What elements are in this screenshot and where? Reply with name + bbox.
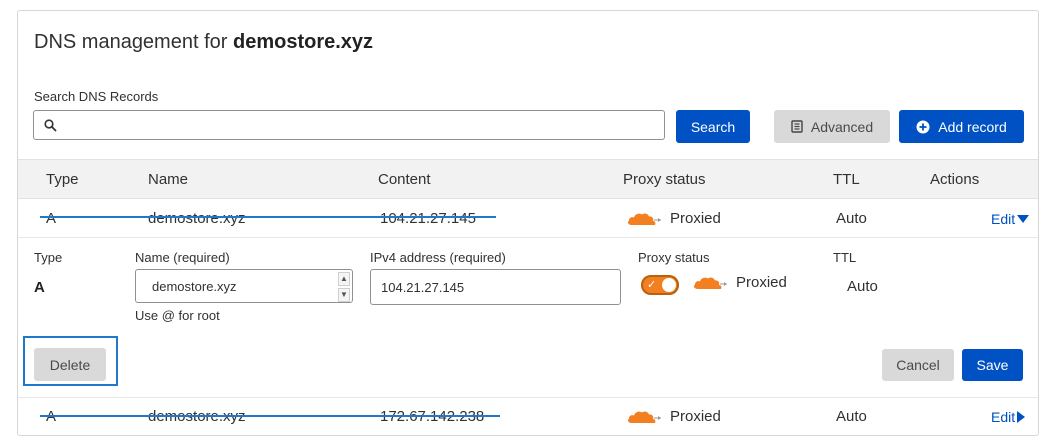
- orange-cloud-icon: [628, 212, 661, 225]
- editor-ttl-label: TTL: [833, 250, 857, 265]
- proxy-status: Proxied: [626, 408, 721, 425]
- advanced-button-label: Advanced: [810, 118, 874, 135]
- search-field[interactable]: [33, 110, 665, 140]
- page-title-prefix: DNS management for: [34, 31, 228, 53]
- editor-proxy-status: Proxied: [692, 274, 787, 291]
- column-header-proxy-status: Proxy status: [623, 171, 706, 188]
- editor-content-label: IPv4 address (required): [370, 250, 506, 265]
- name-field-value: demostore.xyz: [152, 278, 237, 294]
- proxy-status-label: Proxied: [670, 210, 721, 227]
- column-header-actions: Actions: [930, 171, 980, 188]
- editor-ttl-value: Auto: [847, 278, 878, 295]
- record-name: demostore.xyz: [148, 210, 246, 227]
- record-ttl: Auto: [836, 210, 867, 227]
- spinner-up-icon[interactable]: ▲: [338, 272, 350, 286]
- ipv4-address-value: 104.21.27.145: [381, 279, 465, 295]
- edit-link[interactable]: Edit: [991, 409, 1026, 425]
- add-record-label: Add record: [938, 118, 1007, 135]
- search-button[interactable]: Search: [676, 110, 750, 143]
- ipv4-address-field[interactable]: 104.21.27.145: [370, 269, 621, 305]
- column-header-name: Name: [148, 171, 189, 188]
- caret-right-icon: [1017, 411, 1026, 423]
- name-hint: Use @ for root: [135, 308, 220, 323]
- proxy-status-label: Proxied: [670, 408, 721, 425]
- editor-proxy-label: Proxy status: [638, 250, 710, 265]
- column-header-type: Type: [46, 171, 79, 188]
- editor-type-label: Type: [34, 250, 63, 265]
- search-icon: [44, 119, 57, 132]
- document-icon: [791, 120, 803, 133]
- save-button[interactable]: Save: [962, 349, 1023, 381]
- orange-cloud-icon: [694, 276, 727, 289]
- search-label: Search DNS Records: [34, 89, 159, 104]
- add-record-button[interactable]: Add record: [899, 110, 1024, 143]
- editor-name-label: Name (required): [135, 250, 230, 265]
- record-content: 104.21.27.145: [380, 210, 476, 227]
- proxy-status: Proxied: [626, 210, 721, 227]
- name-field[interactable]: demostore.xyz ▲ ▼: [135, 269, 353, 303]
- edit-link[interactable]: Edit: [991, 211, 1030, 227]
- editor-proxy-value: Proxied: [736, 274, 787, 291]
- spinner-down-icon[interactable]: ▼: [338, 288, 350, 302]
- page-title-domain: demostore.xyz: [232, 31, 374, 53]
- edit-link-label: Edit: [991, 409, 1016, 425]
- editor-type-value: A: [34, 279, 45, 296]
- column-header-content: Content: [378, 171, 431, 188]
- orange-cloud-icon: [628, 410, 661, 423]
- toggle-knob: [662, 278, 676, 292]
- edit-link-label: Edit: [991, 211, 1016, 227]
- delete-button[interactable]: Delete: [34, 348, 106, 381]
- dns-management-panel: DNS management for demostore.xyz Search …: [17, 10, 1039, 436]
- strikethrough-annotation: [40, 216, 496, 218]
- record-type: A: [46, 210, 57, 227]
- plus-circle-icon: [916, 120, 930, 133]
- table-row[interactable]: A demostore.xyz 104.21.27.145 Proxied Au…: [18, 200, 1038, 238]
- strikethrough-annotation: [40, 415, 500, 417]
- page-title: DNS management for demostore.xyz: [34, 31, 373, 54]
- advanced-button[interactable]: Advanced: [774, 110, 890, 143]
- caret-down-icon: [1017, 215, 1030, 223]
- search-input[interactable]: [64, 114, 658, 138]
- name-field-spinner[interactable]: ▲ ▼: [338, 272, 350, 302]
- cancel-button[interactable]: Cancel: [882, 349, 954, 381]
- table-header: Type Name Content Proxy status TTL Actio…: [18, 159, 1038, 199]
- record-ttl: Auto: [836, 408, 867, 425]
- table-row[interactable]: A demostore.xyz 172.67.142.238 Proxied A…: [18, 397, 1038, 435]
- column-header-ttl: TTL: [833, 171, 860, 188]
- proxy-toggle[interactable]: ✓: [641, 275, 679, 295]
- check-icon: ✓: [647, 279, 657, 291]
